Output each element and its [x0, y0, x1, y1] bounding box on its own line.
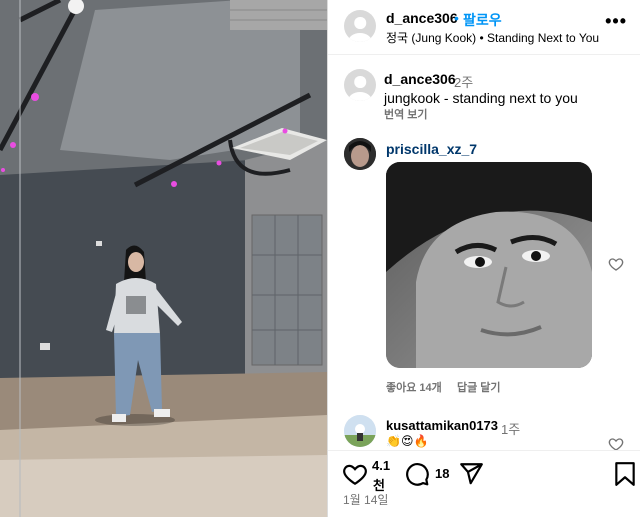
- share-icon[interactable]: [458, 461, 484, 487]
- caption-avatar[interactable]: [344, 69, 376, 101]
- post-video[interactable]: [0, 0, 327, 517]
- comment-username[interactable]: priscilla_xz_7: [386, 141, 477, 157]
- translate-link[interactable]: 번역 보기: [384, 106, 428, 122]
- post-header: d_ance306 • 팔로우 정국 (Jung Kook) • Standin…: [328, 0, 640, 55]
- caption-text: jungkook - standing next to you: [384, 90, 578, 106]
- action-bar: 4.1 천 18 1월 14일: [328, 450, 640, 517]
- commenter-photo: [344, 138, 376, 170]
- commenter-avatar[interactable]: [344, 415, 376, 447]
- bookmark-icon[interactable]: [614, 461, 636, 487]
- reply-button[interactable]: 답글 달기: [457, 379, 501, 395]
- comment-image[interactable]: [386, 162, 592, 368]
- follow-button[interactable]: 팔로우: [463, 10, 502, 30]
- caption-username[interactable]: d_ance306: [384, 71, 456, 87]
- more-icon[interactable]: •••: [605, 12, 627, 30]
- comment-text: 👏😍🔥: [386, 434, 429, 448]
- post-panel: d_ance306 • 팔로우 정국 (Jung Kook) • Standin…: [327, 0, 640, 517]
- caption-time[interactable]: 2주: [454, 72, 473, 91]
- comment-username[interactable]: kusattamikan0173: [386, 418, 498, 433]
- commenter-avatar[interactable]: [344, 138, 376, 170]
- audio-link[interactable]: 정국 (Jung Kook) • Standing Next to You: [386, 29, 599, 46]
- dance-studio-scene: [0, 0, 327, 517]
- post-date[interactable]: 1월 14일: [343, 491, 388, 508]
- comment-like-icon[interactable]: [608, 256, 624, 272]
- like-count[interactable]: 4.1: [372, 458, 390, 473]
- commenter-photo: [344, 415, 376, 447]
- comment-likes[interactable]: 좋아요 14개: [386, 379, 442, 395]
- author-username[interactable]: d_ance306: [386, 10, 458, 26]
- comment-time[interactable]: 1주: [501, 419, 520, 438]
- heart-icon[interactable]: [342, 461, 368, 487]
- portrait-photo: [386, 162, 592, 368]
- author-avatar[interactable]: [344, 10, 376, 42]
- comment-count[interactable]: 18: [435, 466, 449, 481]
- header-separator: •: [454, 10, 459, 26]
- comment-icon[interactable]: [404, 461, 430, 487]
